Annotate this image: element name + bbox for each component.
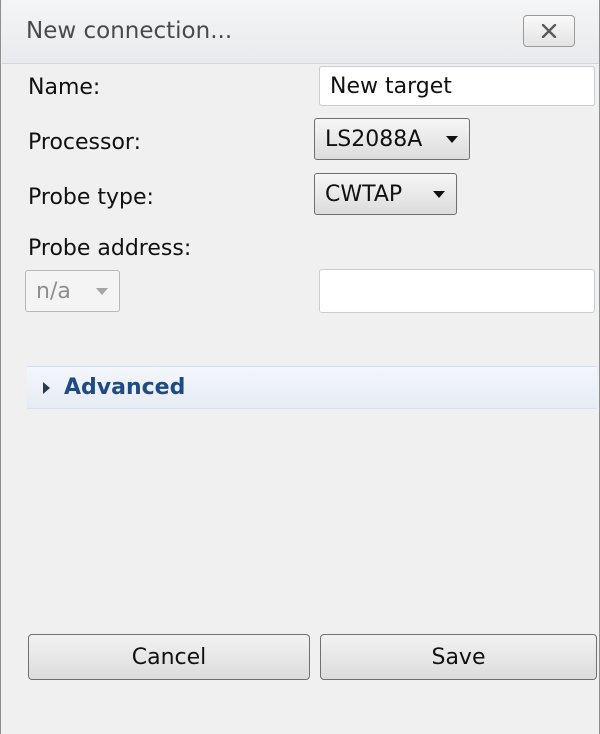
title-bar: New connection...: [2, 0, 599, 64]
chevron-down-icon: [433, 191, 445, 198]
close-icon: [541, 24, 557, 38]
probe-address-mode-dropdown: n/a: [25, 270, 120, 312]
probe-type-label: Probe type:: [28, 185, 154, 210]
probe-type-dropdown[interactable]: CWTAP: [314, 173, 457, 215]
advanced-section-toggle[interactable]: Advanced: [27, 366, 597, 409]
probe-address-mode-value: n/a: [36, 278, 71, 304]
probe-address-input[interactable]: [319, 269, 595, 313]
processor-dropdown[interactable]: LS2088A: [314, 118, 470, 160]
processor-selected-value: LS2088A: [325, 126, 423, 152]
chevron-down-icon: [96, 288, 108, 295]
chevron-down-icon: [446, 136, 458, 143]
save-button[interactable]: Save: [320, 634, 597, 680]
window-title: New connection...: [26, 18, 233, 44]
probe-address-label: Probe address:: [28, 236, 192, 261]
advanced-label: Advanced: [64, 375, 186, 400]
new-connection-dialog: New connection... Name: Processor: LS208…: [0, 0, 600, 734]
name-input[interactable]: [319, 66, 595, 106]
processor-label: Processor:: [28, 130, 141, 155]
expand-triangle-icon: [43, 381, 50, 394]
name-label: Name:: [28, 75, 101, 100]
probe-type-selected-value: CWTAP: [325, 181, 403, 207]
cancel-button[interactable]: Cancel: [28, 634, 310, 680]
close-button[interactable]: [523, 15, 575, 47]
